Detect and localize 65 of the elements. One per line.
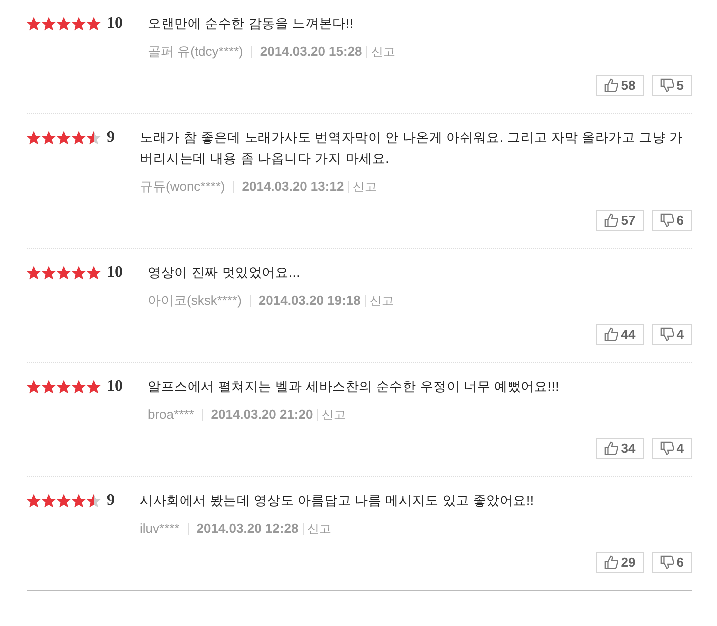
review-comment: 시사회에서 봤는데 영상도 아름답고 나름 메시지도 있고 좋았어요!!	[140, 492, 536, 510]
review-comment: 알프스에서 펼쳐지는 벨과 세바스찬의 순수한 우정이 너무 예뻤어요!!!	[148, 378, 561, 396]
review-date: 2014.03.20 15:28	[260, 43, 362, 62]
thumbs-down-icon	[660, 78, 675, 93]
thumbs-up-icon	[604, 327, 620, 342]
thumbs-up-icon	[604, 441, 620, 456]
star-icon	[72, 130, 86, 144]
star-icon	[27, 380, 41, 394]
like-button[interactable]: 58	[596, 75, 644, 96]
thumbs-up-icon	[604, 555, 620, 570]
review-date: 2014.03.20 21:20	[211, 406, 314, 424]
star-icon	[72, 16, 86, 30]
star-icon	[87, 16, 101, 30]
like-button[interactable]: 57	[596, 210, 644, 231]
star-icon	[72, 380, 86, 394]
star-icon	[42, 130, 56, 144]
review-comment: 영상이 진짜 멋있었어요...	[148, 264, 302, 282]
thumbs-down-icon	[660, 555, 675, 570]
star-icon	[87, 266, 101, 280]
star-icon	[87, 130, 101, 144]
star-icon	[57, 16, 71, 30]
star-icon	[87, 380, 101, 394]
star-icon	[72, 494, 86, 508]
star-icon	[42, 494, 56, 508]
review-date: 2014.03.20 13:12	[242, 178, 344, 196]
dislike-button[interactable]: 6	[652, 210, 692, 231]
star-icon	[42, 16, 56, 30]
thumbs-up-icon	[604, 78, 620, 93]
star-icon	[27, 494, 41, 508]
star-icon	[72, 266, 86, 280]
dislike-button[interactable]: 4	[652, 438, 692, 459]
thumbs-down-icon	[660, 213, 675, 228]
star-icon	[57, 494, 71, 508]
review-comment: 오랜만에 순수한 감동을 느껴본다!!	[148, 15, 355, 33]
rating-score: 10	[107, 263, 123, 283]
dislike-button[interactable]: 6	[652, 552, 692, 573]
rating-score: 10	[107, 377, 123, 397]
review-comment: 노래가 참 좋은데 노래가사도 번역자막이 안 나온게 아쉬워요. 그리고 자막 올라가고 그냥 가버리시는데 내용 좀 나옵니다 가지 마세요.	[140, 129, 684, 168]
like-button[interactable]: 34	[596, 438, 644, 459]
review-date: 2014.03.20 12:28	[196, 520, 299, 538]
like-button[interactable]: 44	[596, 324, 644, 345]
star-icon	[27, 16, 41, 30]
author-name: 규듀(wonc****)	[140, 178, 226, 196]
star-icon	[42, 380, 56, 394]
rating-score: 9	[107, 128, 115, 148]
dislike-button[interactable]: 4	[652, 324, 692, 345]
star-icon	[42, 266, 56, 280]
rating-score: 10	[107, 14, 123, 34]
dislike-button[interactable]: 5	[652, 75, 692, 96]
star-icon	[57, 380, 71, 394]
star-icon	[57, 266, 71, 280]
star-icon	[87, 494, 101, 508]
thumbs-down-icon	[660, 441, 675, 456]
author-name: broa****	[148, 406, 194, 424]
author-name: 골퍼 유(tdcy****)	[148, 43, 244, 62]
star-icon	[27, 266, 41, 280]
like-button[interactable]: 29	[596, 552, 644, 573]
rating-score: 9	[107, 491, 115, 511]
review-date: 2014.03.20 19:18	[258, 292, 361, 310]
author-name: iluv****	[140, 520, 180, 538]
star-icon	[57, 130, 71, 144]
thumbs-down-icon	[660, 327, 675, 342]
star-icon	[27, 130, 41, 144]
thumbs-up-icon	[604, 213, 620, 228]
author-name: 아이코(sksk****)	[148, 292, 242, 310]
